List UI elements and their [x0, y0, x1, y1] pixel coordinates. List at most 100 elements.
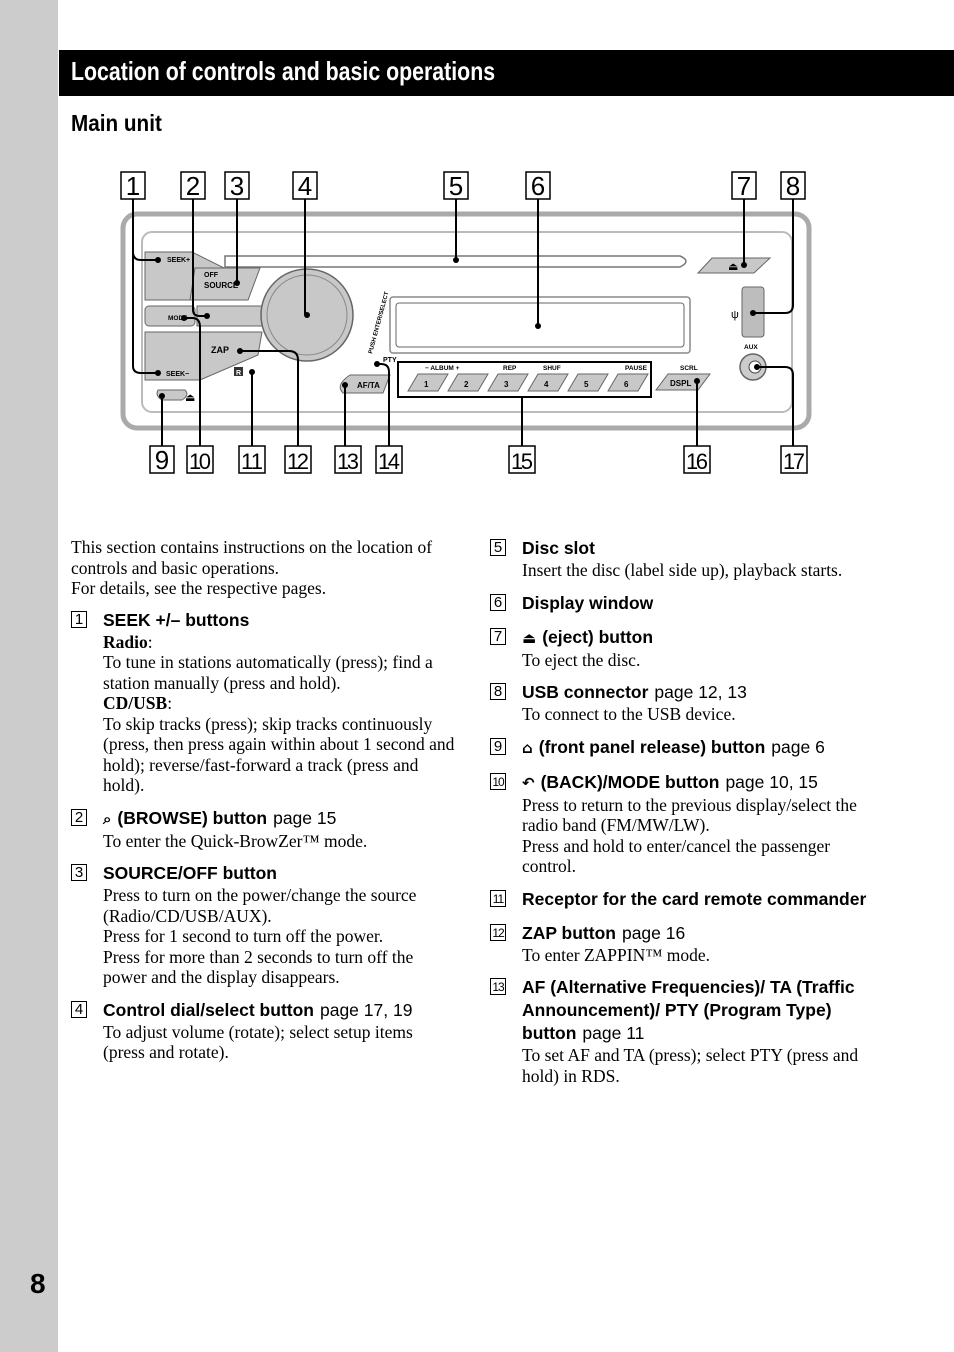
preset-button-label: 6 [624, 380, 629, 389]
eject-icon: ⏏ [728, 261, 738, 273]
callout-number: 16 [686, 449, 708, 474]
remote-receptor-label: R [236, 370, 241, 377]
item-description: To skip tracks (press); skip tracks cont… [103, 713, 455, 796]
item-description: To tune in stations automatically (press… [103, 652, 433, 693]
right-column: 5 Disc slot Insert the disc (label side up… [490, 537, 880, 1097]
item-description: To connect to the USB device. [522, 704, 736, 724]
callout-number: 13 [337, 449, 359, 474]
item-title: ZAP button [522, 922, 616, 943]
rep-label: REP [503, 365, 517, 372]
item-description: To eject the disc. [522, 649, 641, 670]
off-label: OFF [204, 272, 219, 279]
item-number-box: 6 [490, 593, 506, 611]
item-7: 7 ⏏ (eject) button To eject the disc. [490, 626, 880, 671]
preset-button-label: 1 [424, 380, 429, 389]
front-panel-release-icon: ⏏ [185, 392, 195, 404]
item-title: AF (Alternative Frequencies)/ TA (Traffi… [522, 977, 855, 1043]
seek-plus-label: SEEK+ [167, 257, 190, 264]
preset-button-label: 4 [544, 380, 549, 389]
item-title: SOURCE/OFF button [103, 863, 278, 883]
item-number-box: 4 [71, 1000, 87, 1018]
callout-number: 6 [531, 171, 545, 201]
callout-number: 11 [241, 449, 263, 474]
item-heading: Receptor for the card remote commander [522, 888, 880, 911]
item-6: 6 Display window [490, 592, 880, 615]
source-label: SOURCE [204, 281, 239, 290]
item-number-box: 12 [490, 923, 506, 941]
callout-number: 4 [298, 171, 312, 201]
main-unit-diagram: ⏏ ⏏ ψ 123456 SEEK+ OFF SOURCE MODE ZAP S… [120, 171, 812, 475]
item-4: 4 Control dial/select button page 17, 19 To… [71, 999, 456, 1063]
item-heading: Control dial/select button page 17, 19 [103, 999, 456, 1022]
item-number-box: 13 [490, 978, 506, 995]
item-number-box: 1 [71, 610, 87, 628]
callout-number: 14 [378, 449, 400, 474]
item-1: 1 SEEK +/– buttons Radio: To tune in statio… [71, 609, 456, 796]
item-description: To enter the Quick-BrowZer™ mode. [103, 830, 368, 851]
item-description: Press for more than 2 seconds to turn of… [103, 946, 414, 988]
item-12: 12 ZAP button page 16 To enter ZAPPIN™ mode… [490, 922, 880, 966]
item-number-box: 10 [490, 772, 506, 790]
item-heading: USB connector page 12, 13 [522, 681, 880, 704]
page-reference: page 17, 19 [319, 999, 413, 1020]
eject-icon: ⏏ [522, 628, 537, 647]
page-reference: page 11 [582, 1023, 645, 1043]
item-description: Press and hold to enter/cancel the passe… [522, 835, 831, 877]
item-8: 8 USB connector page 12, 13 To connect to t… [490, 681, 880, 725]
album-label: − ALBUM + [425, 365, 460, 372]
item-subheading: Radio: [103, 631, 153, 652]
callout-number: 3 [230, 171, 244, 201]
seek-minus-label: SEEK− [166, 371, 189, 378]
aux-label: AUX [744, 344, 758, 351]
intro-paragraph: For details, see the respective pages. [71, 578, 327, 598]
callout-number: 8 [786, 171, 800, 201]
item-description: To enter ZAPPIN™ mode. [522, 944, 710, 965]
item-title: Disc slot [522, 538, 595, 558]
item-number-box: 5 [490, 539, 506, 556]
item-description: To set AF and TA (press); select PTY (pr… [522, 1045, 859, 1086]
item-heading: SOURCE/OFF button [103, 862, 456, 885]
usb-icon: ψ [731, 309, 739, 321]
preset-button-label: 3 [504, 380, 509, 389]
dspl-label: DSPL [670, 379, 691, 388]
item-description: To adjust volume (rotate); select setup … [103, 1021, 413, 1063]
callout-number: 17 [783, 449, 805, 474]
item-number-box: 9 [490, 737, 506, 755]
item-number-box: 8 [490, 683, 506, 700]
page-reference: page 12, 13 [654, 682, 747, 702]
callout-number: 9 [155, 445, 169, 475]
callout-number: 2 [186, 171, 200, 201]
item-heading: ⌂ (front panel release) button page 6 [522, 736, 880, 760]
item-heading: Display window [522, 592, 880, 615]
page-reference: page 15 [273, 807, 337, 828]
item-description: Press to return to the previous display/… [522, 794, 857, 836]
shuf-label: SHUF [543, 365, 561, 372]
item-heading: ZAP button page 16 [522, 922, 880, 945]
pty-label: PTY [383, 357, 397, 364]
item-2: 2 ⌕ (BROWSE) button page 15 To enter the Qui… [71, 807, 456, 852]
browse-icon: ⌕ [103, 809, 112, 828]
back-icon: ↶ [522, 773, 535, 792]
front-panel-release-icon: ⌂ [522, 738, 533, 757]
item-heading: ↶ (BACK)/MODE button page 10, 15 [522, 771, 880, 795]
page-reference: page 16 [621, 922, 686, 943]
item-title: USB connector [522, 682, 649, 702]
callout-number: 12 [287, 449, 309, 474]
item-description: Press for 1 second to turn off the power… [103, 926, 384, 946]
item-title: (BACK)/MODE button [540, 771, 720, 792]
item-heading: AF (Alternative Frequencies)/ TA (Traffi… [522, 976, 880, 1045]
callout-number: 5 [449, 171, 463, 201]
callout-number: 10 [189, 449, 211, 474]
item-description: Press to turn on the power/change the so… [103, 885, 417, 926]
item-10: 10 ↶ (BACK)/MODE button page 10, 15 Press to… [490, 771, 880, 877]
zap-label: ZAP [211, 345, 229, 355]
pause-label: PAUSE [625, 365, 648, 372]
item-title: Receptor for the card remote commander [522, 888, 867, 909]
item-number-box: 2 [71, 808, 87, 826]
callout-number: 7 [737, 171, 751, 201]
callout-number: 15 [511, 449, 533, 474]
item-title: (eject) button [542, 626, 654, 647]
preset-button-label: 2 [464, 380, 469, 389]
left-column: This section contains instructions on th… [71, 537, 456, 1074]
page-reference: page 10, 15 [725, 771, 818, 792]
